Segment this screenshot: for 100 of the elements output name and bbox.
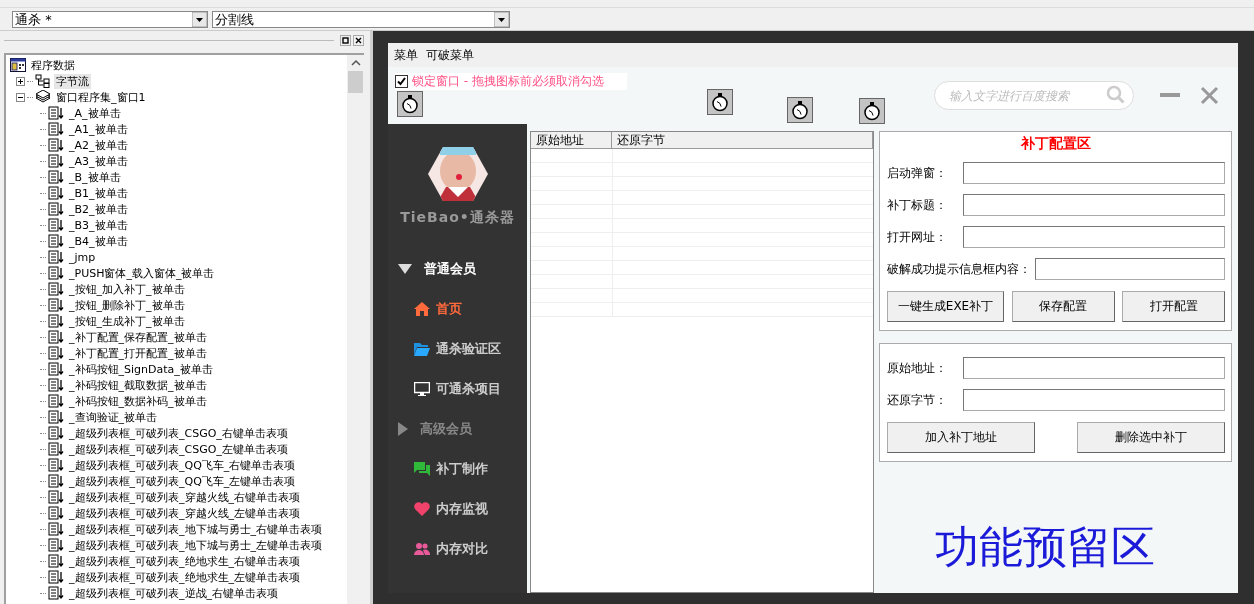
checkbox[interactable] [395, 75, 408, 88]
document-arrow-icon [48, 186, 64, 200]
stopwatch-icon[interactable] [397, 91, 423, 117]
tree-item[interactable]: _jmp [67, 250, 98, 264]
document-arrow-icon [48, 202, 64, 216]
tree-item[interactable]: _A3_被单击 [67, 153, 130, 169]
caret-down-icon [398, 264, 412, 274]
tree-item[interactable]: _补码按钮_截取数据_被单击 [67, 377, 209, 393]
scrollbar[interactable] [347, 55, 364, 604]
menu-item[interactable]: 可破菜单 [426, 46, 474, 64]
tree-item[interactable]: _A1_被单击 [67, 121, 130, 137]
input-field[interactable] [963, 162, 1225, 184]
tree-item[interactable]: _B3_被单击 [67, 217, 130, 233]
tree-item[interactable]: _B_被单击 [67, 169, 123, 185]
document-arrow-icon [48, 522, 64, 536]
action-button[interactable]: 一键生成EXE补丁 [887, 291, 1004, 322]
tree-item[interactable]: _超级列表框_可破列表_绝地求生_右键单击表项 [67, 553, 302, 569]
panel-title: 补丁配置区 [1020, 134, 1092, 153]
tree-item[interactable]: _超级列表框_可破列表_QQ飞车_左键单击表项 [67, 473, 298, 489]
action-button[interactable]: 加入补丁地址 [887, 422, 1035, 453]
tree-item[interactable]: 窗口程序集_窗口1 [54, 89, 148, 105]
data-window-icon [10, 58, 26, 72]
tree-item[interactable]: _B1_被单击 [67, 185, 130, 201]
tree-item[interactable]: _超级列表框_可破列表_穿越火线_右键单击表项 [67, 489, 302, 505]
document-arrow-icon [48, 138, 64, 152]
stopwatch-icon[interactable] [707, 89, 733, 115]
close-icon[interactable] [353, 34, 364, 46]
document-arrow-icon [48, 266, 64, 280]
tree-item[interactable]: _补丁配置_保存配置_被单击 [67, 329, 209, 345]
tree-item[interactable]: _补码按钮_数据补码_被单击 [67, 393, 209, 409]
tree-item[interactable]: _超级列表框_可破列表_地下城与勇士_左键单击表项 [67, 537, 324, 553]
field-label: 启动弹窗： [887, 164, 948, 182]
document-arrow-icon [48, 106, 64, 120]
menu-group[interactable]: 高级会员 [388, 409, 527, 449]
document-arrow-icon [48, 218, 64, 232]
input-field[interactable] [963, 389, 1225, 411]
tree-item[interactable]: 字节流 [54, 73, 91, 89]
document-arrow-icon [48, 250, 64, 264]
placeholder-label: 功能预留区 [934, 520, 1156, 574]
scrollbar-thumb[interactable] [348, 71, 363, 93]
nav-item[interactable]: 内存对比 [388, 529, 527, 569]
stopwatch-icon[interactable] [787, 97, 813, 123]
document-arrow-icon [48, 330, 64, 344]
document-arrow-icon [48, 378, 64, 392]
document-arrow-icon [48, 394, 64, 408]
tree-item[interactable]: _超级列表框_可破列表_地下城与勇士_右键单击表项 [67, 521, 324, 537]
menu-item[interactable]: 菜单 [394, 46, 418, 64]
tree-item[interactable]: _超级列表框_可破列表_绝地求生_左键单击表项 [67, 569, 302, 585]
nav-item[interactable]: 补丁制作 [388, 449, 527, 489]
action-button[interactable]: 打开配置 [1122, 291, 1225, 322]
stopwatch-icon[interactable] [859, 98, 885, 124]
field-label: 打开网址： [887, 228, 948, 246]
tree-item[interactable]: _按钮_加入补丁_被单击 [67, 281, 187, 297]
tree-item[interactable]: _超级列表框_可破列表_逆战_右键单击表项 [67, 585, 280, 601]
nav-item[interactable]: 通杀验证区 [388, 329, 527, 369]
tree-item[interactable]: 程序数据 [29, 57, 77, 73]
document-arrow-icon [48, 346, 64, 360]
document-arrow-icon [48, 298, 64, 312]
tree-item[interactable]: _补码按钮_SignData_被单击 [67, 361, 215, 377]
tree-item[interactable]: _A2_被单击 [67, 137, 130, 153]
search-field[interactable]: 输入文字进行百度搜索 [934, 81, 1134, 110]
tree-item[interactable]: _PUSH窗体_载入窗体_被单击 [67, 265, 217, 281]
tree-item[interactable]: _A_被单击 [67, 105, 123, 121]
column-header[interactable]: 还原字节 [612, 132, 873, 148]
chat-icon [414, 462, 430, 476]
tree-item[interactable]: _B4_被单击 [67, 233, 130, 249]
users-icon [414, 542, 430, 556]
monitor-icon [414, 382, 430, 396]
document-arrow-icon [48, 474, 64, 488]
tree-item[interactable]: _按钮_生成补丁_被单击 [67, 313, 187, 329]
document-arrow-icon [48, 282, 64, 296]
document-arrow-icon [48, 426, 64, 440]
tree-item[interactable]: _超级列表框_可破列表_CSGO_右键单击表项 [67, 425, 290, 441]
dropdown[interactable]: 通杀 * [12, 10, 208, 28]
nav-item[interactable]: 内存监视 [388, 489, 527, 529]
tree-item[interactable]: _B2_被单击 [67, 201, 130, 217]
tree-item[interactable]: _超级列表框_可破列表_穿越火线_左键单击表项 [67, 505, 302, 521]
document-arrow-icon [48, 490, 64, 504]
input-field[interactable] [963, 357, 1225, 379]
input-field[interactable] [963, 194, 1225, 216]
nav-item[interactable]: 可通杀项目 [388, 369, 527, 409]
tree-item[interactable]: _超级列表框_可破列表_CSGO_左键单击表项 [67, 441, 290, 457]
input-field[interactable] [1035, 258, 1225, 280]
tree-item[interactable]: _按钮_删除补丁_被单击 [67, 297, 187, 313]
menu-group[interactable]: 普通会员 [388, 249, 527, 289]
column-header[interactable]: 原始地址 [531, 132, 612, 148]
document-arrow-icon [48, 586, 64, 600]
action-button[interactable]: 删除选中补丁 [1077, 422, 1225, 453]
dropdown[interactable]: 分割线 [212, 10, 510, 28]
expand-toggle-icon[interactable] [16, 92, 25, 102]
nav-item[interactable]: 首页 [388, 289, 527, 329]
input-field[interactable] [963, 226, 1225, 248]
document-arrow-icon [48, 122, 64, 136]
action-button[interactable]: 保存配置 [1011, 291, 1115, 322]
document-arrow-icon [48, 234, 64, 248]
restore-button[interactable] [340, 34, 351, 46]
tree-item[interactable]: _超级列表框_可破列表_QQ飞车_右键单击表项 [67, 457, 298, 473]
expand-toggle-icon[interactable] [16, 76, 25, 86]
tree-item[interactable]: _查询验证_被单击 [67, 409, 159, 425]
tree-item[interactable]: _补丁配置_打开配置_被单击 [67, 345, 209, 361]
